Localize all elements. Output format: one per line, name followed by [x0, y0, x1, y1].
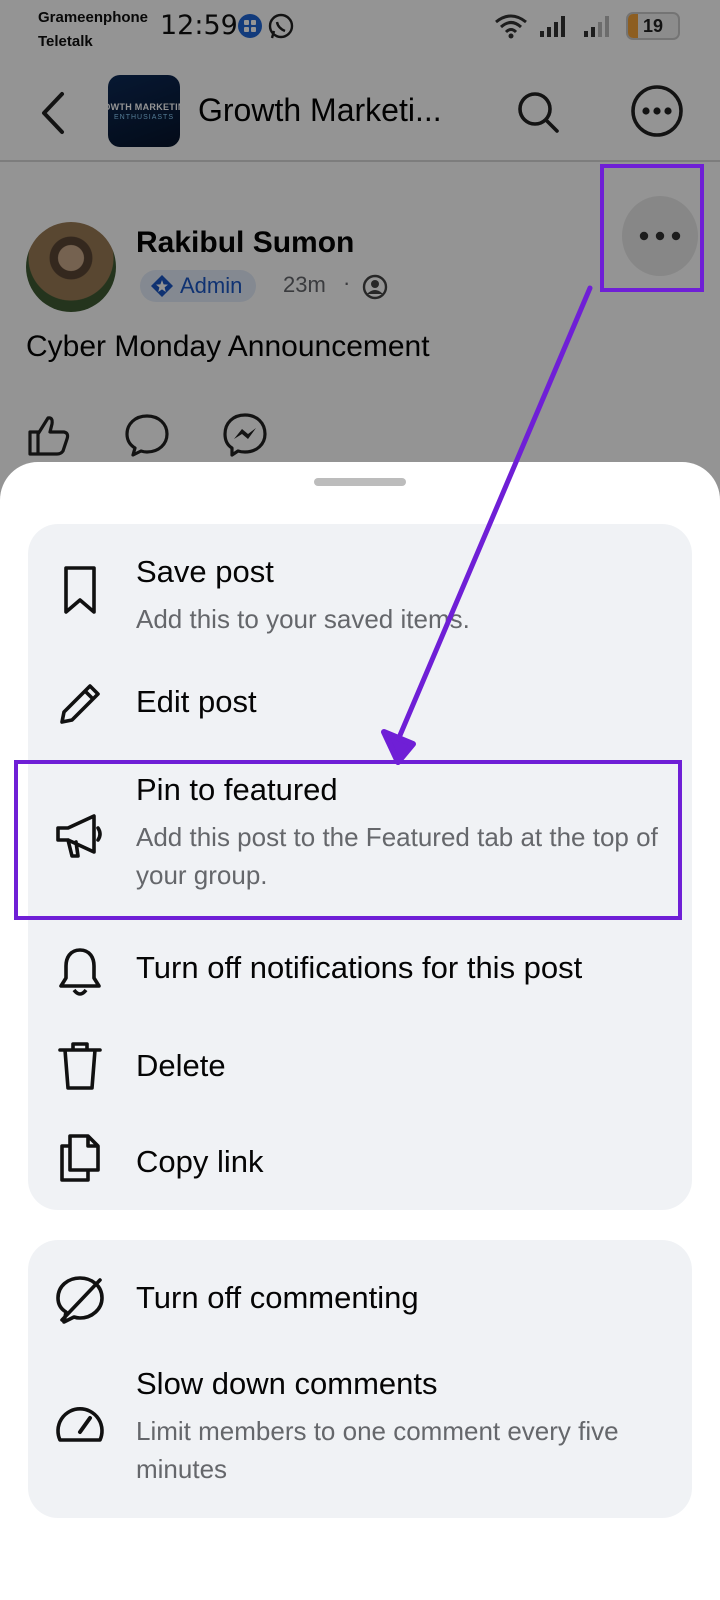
sheet-drag-handle[interactable] — [314, 478, 406, 486]
post-options-sheet: Save post Add this to your saved items. … — [0, 462, 720, 1600]
pencil-icon — [54, 678, 106, 730]
menu-item-title: Turn off commenting — [136, 1280, 419, 1315]
bookmark-icon — [54, 564, 106, 616]
bell-icon — [54, 946, 106, 998]
highlight-pin-to-featured — [14, 760, 682, 920]
menu-item-edit-post[interactable]: Edit post — [28, 654, 692, 754]
highlight-post-options — [600, 164, 704, 292]
menu-item-slow-down-comments[interactable]: Slow down comments Limit members to one … — [28, 1352, 692, 1518]
menu-item-subtitle: Limit members to one comment every five … — [136, 1416, 619, 1484]
trash-icon — [54, 1040, 106, 1092]
menu-item-title: Copy link — [136, 1144, 264, 1179]
menu-item-title: Edit post — [136, 684, 257, 719]
menu-item-title: Turn off notifications for this post — [136, 950, 583, 985]
copy-icon — [54, 1132, 106, 1184]
options-group-comments: Turn off commenting Slow down comments L… — [28, 1240, 692, 1518]
menu-item-title: Save post — [136, 554, 274, 589]
gauge-icon — [54, 1398, 106, 1450]
menu-item-title: Delete — [136, 1048, 226, 1083]
menu-item-turn-off-commenting[interactable]: Turn off commenting — [28, 1240, 692, 1352]
menu-item-save-post[interactable]: Save post Add this to your saved items. — [28, 524, 692, 654]
menu-item-copy-link[interactable]: Copy link — [28, 1116, 692, 1210]
menu-item-subtitle: Add this to your saved items. — [136, 604, 470, 634]
comment-off-icon — [54, 1274, 106, 1326]
menu-item-turn-off-notifications[interactable]: Turn off notifications for this post — [28, 920, 692, 1020]
menu-item-delete[interactable]: Delete — [28, 1020, 692, 1116]
menu-item-title: Slow down comments — [136, 1366, 438, 1401]
